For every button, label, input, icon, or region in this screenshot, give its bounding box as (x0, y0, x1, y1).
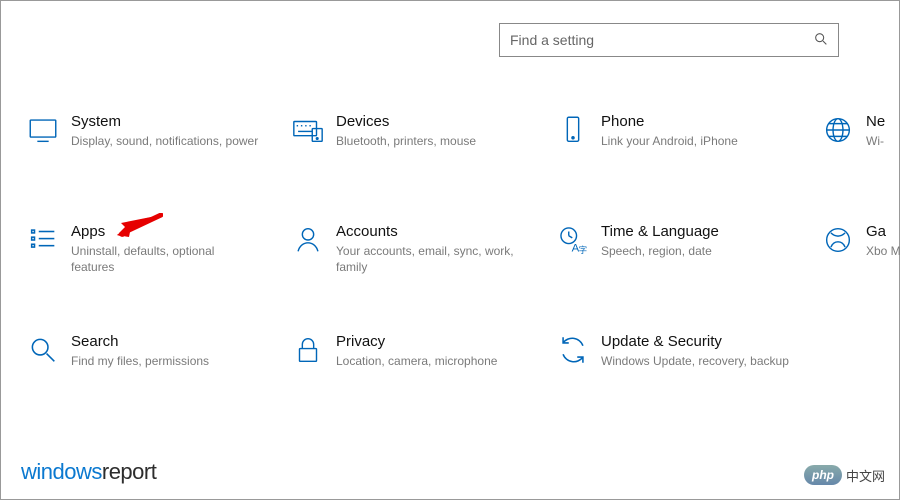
category-title: Devices (336, 113, 525, 131)
category-time-language[interactable]: A 字 Time & Language Speech, region, date (551, 211, 816, 321)
keyboard-icon (286, 113, 330, 151)
category-accounts[interactable]: Accounts Your accounts, email, sync, wor… (286, 211, 551, 321)
watermark-windowsreport: windowsreport (21, 459, 156, 485)
category-title: Ga (866, 223, 900, 241)
category-desc: Speech, region, date (601, 243, 790, 259)
category-title: Time & Language (601, 223, 790, 241)
category-title: System (71, 113, 260, 131)
category-devices[interactable]: Devices Bluetooth, printers, mouse (286, 101, 551, 211)
category-title: Ne (866, 113, 900, 131)
category-apps[interactable]: Apps Uninstall, defaults, optional featu… (21, 211, 286, 321)
search-input[interactable] (499, 23, 839, 57)
svg-text:字: 字 (579, 245, 588, 255)
category-phone[interactable]: Phone Link your Android, iPhone (551, 101, 816, 211)
category-title: Search (71, 333, 260, 351)
magnifier-icon (21, 333, 65, 371)
category-update-security[interactable]: Update & Security Windows Update, recove… (551, 321, 816, 431)
xbox-icon (816, 223, 860, 261)
category-desc: Location, camera, microphone (336, 353, 525, 369)
search-container (499, 23, 839, 57)
time-language-icon: A 字 (551, 223, 595, 261)
apps-list-icon (21, 223, 65, 261)
category-desc: Find my files, permissions (71, 353, 260, 369)
search-icon (813, 31, 829, 47)
category-desc: Uninstall, defaults, optional features (71, 243, 260, 275)
php-pill-icon: php (804, 465, 842, 485)
category-desc: Wi- (866, 133, 900, 149)
category-title: Privacy (336, 333, 525, 351)
category-privacy[interactable]: Privacy Location, camera, microphone (286, 321, 551, 431)
category-desc: Your accounts, email, sync, work, family (336, 243, 525, 275)
category-title: Phone (601, 113, 790, 131)
category-desc: Link your Android, iPhone (601, 133, 790, 149)
globe-icon (816, 113, 860, 151)
category-title: Update & Security (601, 333, 790, 351)
settings-categories-grid: System Display, sound, notifications, po… (21, 101, 899, 439)
category-desc: Bluetooth, printers, mouse (336, 133, 525, 149)
category-system[interactable]: System Display, sound, notifications, po… (21, 101, 286, 211)
category-search[interactable]: Search Find my files, permissions (21, 321, 286, 431)
watermark-phpcn: php 中文网 (804, 465, 885, 485)
category-title: Accounts (336, 223, 525, 241)
lock-icon (286, 333, 330, 371)
phone-icon (551, 113, 595, 151)
category-desc: Xbo Mo (866, 243, 900, 259)
category-title: Apps (71, 223, 260, 241)
category-desc: Windows Update, recovery, backup (601, 353, 790, 369)
person-icon (286, 223, 330, 261)
sync-icon (551, 333, 595, 371)
category-desc: Display, sound, notifications, power (71, 133, 260, 149)
category-network[interactable]: Ne Wi- (816, 101, 900, 211)
category-gaming[interactable]: Ga Xbo Mo (816, 211, 900, 321)
display-icon (21, 113, 65, 151)
